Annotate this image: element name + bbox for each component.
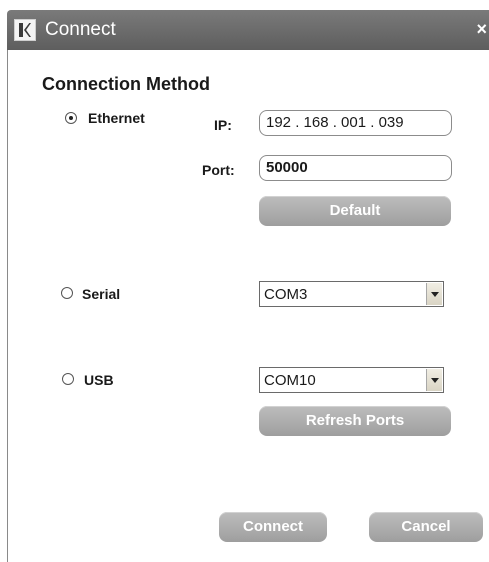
window-title: Connect — [45, 19, 116, 40]
refresh-ports-button[interactable]: Refresh Ports — [259, 406, 451, 436]
serial-port-select[interactable]: COM3 — [259, 281, 444, 307]
usb-port-value: COM10 — [264, 372, 316, 389]
ethernet-radio[interactable] — [65, 112, 77, 124]
port-field[interactable]: 50000 — [259, 155, 452, 181]
usb-label[interactable]: USB — [84, 372, 114, 388]
chevron-down-icon[interactable] — [426, 283, 442, 305]
cancel-button[interactable]: Cancel — [369, 512, 483, 542]
ethernet-label[interactable]: Ethernet — [88, 110, 145, 126]
connection-method-heading: Connection Method — [42, 74, 210, 94]
port-label: Port: — [202, 162, 235, 178]
ip-label: IP: — [214, 117, 232, 133]
default-button[interactable]: Default — [259, 196, 451, 226]
connect-dialog: Connect × Connection Method Ethernet IP:… — [0, 0, 489, 562]
kramer-logo-icon — [14, 19, 36, 41]
ip-address-field[interactable]: 192 . 168 . 001 . 039 — [259, 110, 452, 136]
close-icon[interactable]: × — [476, 19, 487, 39]
dialog-left-border — [7, 50, 8, 562]
title-bar: Connect × — [7, 10, 489, 50]
serial-label[interactable]: Serial — [82, 286, 120, 302]
serial-radio[interactable] — [61, 287, 73, 299]
usb-port-select[interactable]: COM10 — [259, 367, 444, 393]
connect-button[interactable]: Connect — [219, 512, 327, 542]
usb-radio[interactable] — [62, 373, 74, 385]
serial-port-value: COM3 — [264, 286, 308, 303]
chevron-down-icon[interactable] — [426, 369, 442, 391]
